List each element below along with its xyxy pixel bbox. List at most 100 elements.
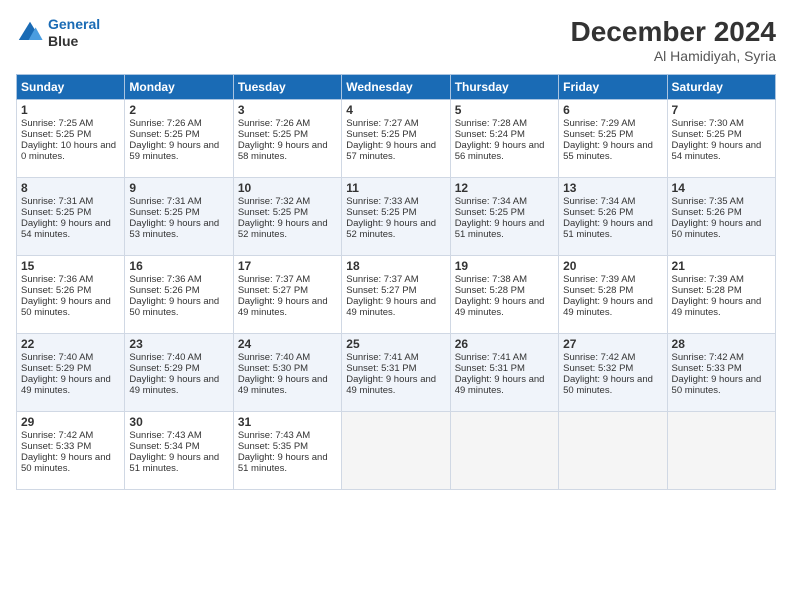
week-row-5: 29Sunrise: 7:42 AMSunset: 5:33 PMDayligh… [17, 412, 776, 490]
daylight-text: Daylight: 9 hours and 52 minutes. [238, 218, 337, 240]
day-number: 30 [129, 415, 228, 429]
sunset-text: Sunset: 5:29 PM [21, 363, 120, 374]
calendar-cell [342, 412, 450, 490]
day-number: 17 [238, 259, 337, 273]
sunset-text: Sunset: 5:27 PM [238, 285, 337, 296]
calendar-cell: 9Sunrise: 7:31 AMSunset: 5:25 PMDaylight… [125, 178, 233, 256]
week-row-1: 1Sunrise: 7:25 AMSunset: 5:25 PMDaylight… [17, 100, 776, 178]
sunrise-text: Sunrise: 7:42 AM [672, 352, 771, 363]
sunset-text: Sunset: 5:26 PM [129, 285, 228, 296]
sunrise-text: Sunrise: 7:41 AM [346, 352, 445, 363]
daylight-text: Daylight: 9 hours and 49 minutes. [346, 296, 445, 318]
daylight-text: Daylight: 9 hours and 49 minutes. [455, 296, 554, 318]
day-number: 7 [672, 103, 771, 117]
calendar-cell: 27Sunrise: 7:42 AMSunset: 5:32 PMDayligh… [559, 334, 667, 412]
calendar-cell: 11Sunrise: 7:33 AMSunset: 5:25 PMDayligh… [342, 178, 450, 256]
day-number: 26 [455, 337, 554, 351]
daylight-text: Daylight: 9 hours and 56 minutes. [455, 140, 554, 162]
calendar-cell [450, 412, 558, 490]
sunset-text: Sunset: 5:26 PM [672, 207, 771, 218]
sunset-text: Sunset: 5:25 PM [346, 207, 445, 218]
day-number: 5 [455, 103, 554, 117]
sunrise-text: Sunrise: 7:43 AM [238, 430, 337, 441]
sunrise-text: Sunrise: 7:31 AM [129, 196, 228, 207]
sunrise-text: Sunrise: 7:37 AM [346, 274, 445, 285]
sunset-text: Sunset: 5:28 PM [563, 285, 662, 296]
calendar-cell: 24Sunrise: 7:40 AMSunset: 5:30 PMDayligh… [233, 334, 341, 412]
daylight-text: Daylight: 10 hours and 0 minutes. [21, 140, 120, 162]
daylight-text: Daylight: 9 hours and 50 minutes. [672, 374, 771, 396]
sunrise-text: Sunrise: 7:34 AM [455, 196, 554, 207]
sunrise-text: Sunrise: 7:41 AM [455, 352, 554, 363]
logo-line2: Blue [48, 33, 100, 50]
sunrise-text: Sunrise: 7:40 AM [129, 352, 228, 363]
day-number: 9 [129, 181, 228, 195]
sunrise-text: Sunrise: 7:31 AM [21, 196, 120, 207]
sunset-text: Sunset: 5:28 PM [672, 285, 771, 296]
day-header-thursday: Thursday [450, 75, 558, 100]
sunset-text: Sunset: 5:25 PM [238, 207, 337, 218]
sunrise-text: Sunrise: 7:38 AM [455, 274, 554, 285]
calendar-cell: 28Sunrise: 7:42 AMSunset: 5:33 PMDayligh… [667, 334, 775, 412]
sunset-text: Sunset: 5:25 PM [563, 129, 662, 140]
daylight-text: Daylight: 9 hours and 49 minutes. [672, 296, 771, 318]
sunrise-text: Sunrise: 7:26 AM [238, 118, 337, 129]
day-number: 20 [563, 259, 662, 273]
calendar-cell: 1Sunrise: 7:25 AMSunset: 5:25 PMDaylight… [17, 100, 125, 178]
page-container: General Blue December 2024 Al Hamidiyah,… [0, 0, 792, 500]
calendar-cell: 23Sunrise: 7:40 AMSunset: 5:29 PMDayligh… [125, 334, 233, 412]
sunset-text: Sunset: 5:26 PM [21, 285, 120, 296]
calendar-cell: 8Sunrise: 7:31 AMSunset: 5:25 PMDaylight… [17, 178, 125, 256]
sunrise-text: Sunrise: 7:36 AM [129, 274, 228, 285]
sunset-text: Sunset: 5:25 PM [672, 129, 771, 140]
sunset-text: Sunset: 5:30 PM [238, 363, 337, 374]
day-number: 11 [346, 181, 445, 195]
calendar-cell: 18Sunrise: 7:37 AMSunset: 5:27 PMDayligh… [342, 256, 450, 334]
calendar-table: SundayMondayTuesdayWednesdayThursdayFrid… [16, 74, 776, 490]
sunrise-text: Sunrise: 7:34 AM [563, 196, 662, 207]
day-number: 19 [455, 259, 554, 273]
sunset-text: Sunset: 5:26 PM [563, 207, 662, 218]
calendar-cell: 29Sunrise: 7:42 AMSunset: 5:33 PMDayligh… [17, 412, 125, 490]
calendar-cell: 30Sunrise: 7:43 AMSunset: 5:34 PMDayligh… [125, 412, 233, 490]
daylight-text: Daylight: 9 hours and 51 minutes. [563, 218, 662, 240]
sunset-text: Sunset: 5:35 PM [238, 441, 337, 452]
sunrise-text: Sunrise: 7:27 AM [346, 118, 445, 129]
daylight-text: Daylight: 9 hours and 55 minutes. [563, 140, 662, 162]
sunrise-text: Sunrise: 7:36 AM [21, 274, 120, 285]
day-number: 15 [21, 259, 120, 273]
calendar-cell: 6Sunrise: 7:29 AMSunset: 5:25 PMDaylight… [559, 100, 667, 178]
calendar-cell: 31Sunrise: 7:43 AMSunset: 5:35 PMDayligh… [233, 412, 341, 490]
daylight-text: Daylight: 9 hours and 57 minutes. [346, 140, 445, 162]
day-number: 18 [346, 259, 445, 273]
calendar-cell: 16Sunrise: 7:36 AMSunset: 5:26 PMDayligh… [125, 256, 233, 334]
day-header-tuesday: Tuesday [233, 75, 341, 100]
calendar-cell: 26Sunrise: 7:41 AMSunset: 5:31 PMDayligh… [450, 334, 558, 412]
day-number: 10 [238, 181, 337, 195]
day-number: 25 [346, 337, 445, 351]
sunrise-text: Sunrise: 7:28 AM [455, 118, 554, 129]
daylight-text: Daylight: 9 hours and 49 minutes. [129, 374, 228, 396]
day-number: 4 [346, 103, 445, 117]
calendar-cell: 17Sunrise: 7:37 AMSunset: 5:27 PMDayligh… [233, 256, 341, 334]
sunrise-text: Sunrise: 7:42 AM [563, 352, 662, 363]
calendar-body: 1Sunrise: 7:25 AMSunset: 5:25 PMDaylight… [17, 100, 776, 490]
calendar-cell: 4Sunrise: 7:27 AMSunset: 5:25 PMDaylight… [342, 100, 450, 178]
day-number: 1 [21, 103, 120, 117]
sunset-text: Sunset: 5:33 PM [672, 363, 771, 374]
sunrise-text: Sunrise: 7:43 AM [129, 430, 228, 441]
daylight-text: Daylight: 9 hours and 50 minutes. [21, 296, 120, 318]
sunset-text: Sunset: 5:29 PM [129, 363, 228, 374]
sunset-text: Sunset: 5:25 PM [21, 207, 120, 218]
daylight-text: Daylight: 9 hours and 51 minutes. [238, 452, 337, 474]
sunset-text: Sunset: 5:25 PM [129, 207, 228, 218]
calendar-header-row: SundayMondayTuesdayWednesdayThursdayFrid… [17, 75, 776, 100]
day-number: 2 [129, 103, 228, 117]
sunset-text: Sunset: 5:25 PM [346, 129, 445, 140]
calendar-cell: 22Sunrise: 7:40 AMSunset: 5:29 PMDayligh… [17, 334, 125, 412]
calendar-cell: 21Sunrise: 7:39 AMSunset: 5:28 PMDayligh… [667, 256, 775, 334]
sunrise-text: Sunrise: 7:30 AM [672, 118, 771, 129]
title-block: December 2024 Al Hamidiyah, Syria [571, 16, 776, 64]
day-number: 23 [129, 337, 228, 351]
day-number: 29 [21, 415, 120, 429]
